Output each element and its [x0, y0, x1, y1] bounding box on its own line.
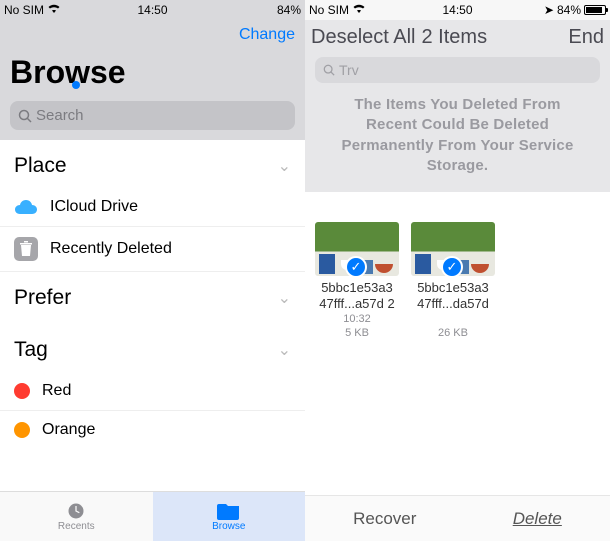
place-recently-deleted[interactable]: Recently Deleted — [0, 227, 305, 272]
end-button[interactable]: End — [568, 26, 604, 49]
wifi-icon — [47, 3, 61, 17]
file-info: 10:325 KB — [315, 313, 399, 341]
battery-text: 84% — [277, 3, 301, 17]
file-name: 5bbc1e53a347fff...da57d — [411, 280, 495, 311]
recover-button[interactable]: Recover — [353, 509, 416, 529]
status-bar-right: No SIM 14:50 ➤ 84% — [305, 0, 610, 20]
trash-icon — [14, 237, 38, 261]
search-input[interactable]: Search — [10, 101, 295, 130]
check-icon: ✓ — [345, 256, 367, 276]
carrier-text: No SIM — [309, 3, 349, 17]
tag-dot-orange — [14, 422, 30, 438]
selection-nav: Deselect All 2 Items End — [311, 20, 604, 55]
file-item[interactable]: ✓ 5bbc1e53a347fff...a57d 2 10:325 KB — [315, 222, 399, 341]
file-thumbnail: ✓ — [315, 222, 399, 276]
section-prefer-header[interactable]: Prefer ⌄ — [0, 272, 305, 320]
chevron-down-icon: ⌄ — [278, 156, 291, 176]
file-grid: ✓ 5bbc1e53a347fff...a57d 2 10:325 KB ✓ 5… — [305, 192, 610, 371]
file-item[interactable]: ✓ 5bbc1e53a347fff...da57d 26 KB — [411, 222, 495, 341]
file-name: 5bbc1e53a347fff...a57d 2 — [315, 280, 399, 311]
deletion-notice: The Items You Deleted From Recent Could … — [311, 91, 604, 182]
nav-arrow-icon: ➤ — [544, 3, 554, 17]
file-thumbnail: ✓ — [411, 222, 495, 276]
folder-icon — [217, 501, 241, 521]
battery-text: 84% — [557, 3, 581, 17]
place-icloud-drive[interactable]: ICloud Drive — [0, 188, 305, 227]
change-button[interactable]: Change — [239, 26, 295, 44]
tab-recents[interactable]: Recents — [0, 492, 153, 541]
action-bar: Recover Delete — [305, 495, 610, 541]
nav-bar: Change — [10, 20, 295, 50]
chevron-down-icon: ⌄ — [278, 340, 291, 360]
search-input[interactable]: Trv — [315, 57, 600, 83]
file-info: 26 KB — [411, 313, 495, 341]
wifi-icon — [352, 3, 366, 17]
title-dot — [72, 81, 80, 89]
tag-orange[interactable]: Orange — [0, 411, 305, 449]
clock-icon — [64, 501, 88, 521]
check-icon: ✓ — [441, 256, 463, 276]
time-text: 14:50 — [442, 3, 472, 17]
carrier-text: No SIM — [4, 3, 44, 17]
search-icon — [18, 109, 32, 123]
cloud-icon — [14, 198, 38, 216]
deselect-all-button[interactable]: Deselect All — [311, 26, 416, 49]
tab-bar: Recents Browse — [0, 491, 305, 541]
section-place-header[interactable]: Place ⌄ — [0, 140, 305, 188]
section-tag-header[interactable]: Tag ⌄ — [0, 320, 305, 372]
tag-dot-red — [14, 383, 30, 399]
page-title: Browse — [10, 50, 295, 101]
time-text: 14:50 — [137, 3, 167, 17]
selection-count: 2 Items — [422, 26, 488, 49]
tab-browse[interactable]: Browse — [153, 492, 306, 541]
status-bar-left: No SIM 14:50 84% — [0, 0, 305, 20]
chevron-down-icon: ⌄ — [278, 288, 291, 308]
search-icon — [323, 64, 335, 76]
battery-icon — [584, 5, 606, 15]
tag-red[interactable]: Red — [0, 372, 305, 411]
delete-button[interactable]: Delete — [513, 509, 562, 529]
